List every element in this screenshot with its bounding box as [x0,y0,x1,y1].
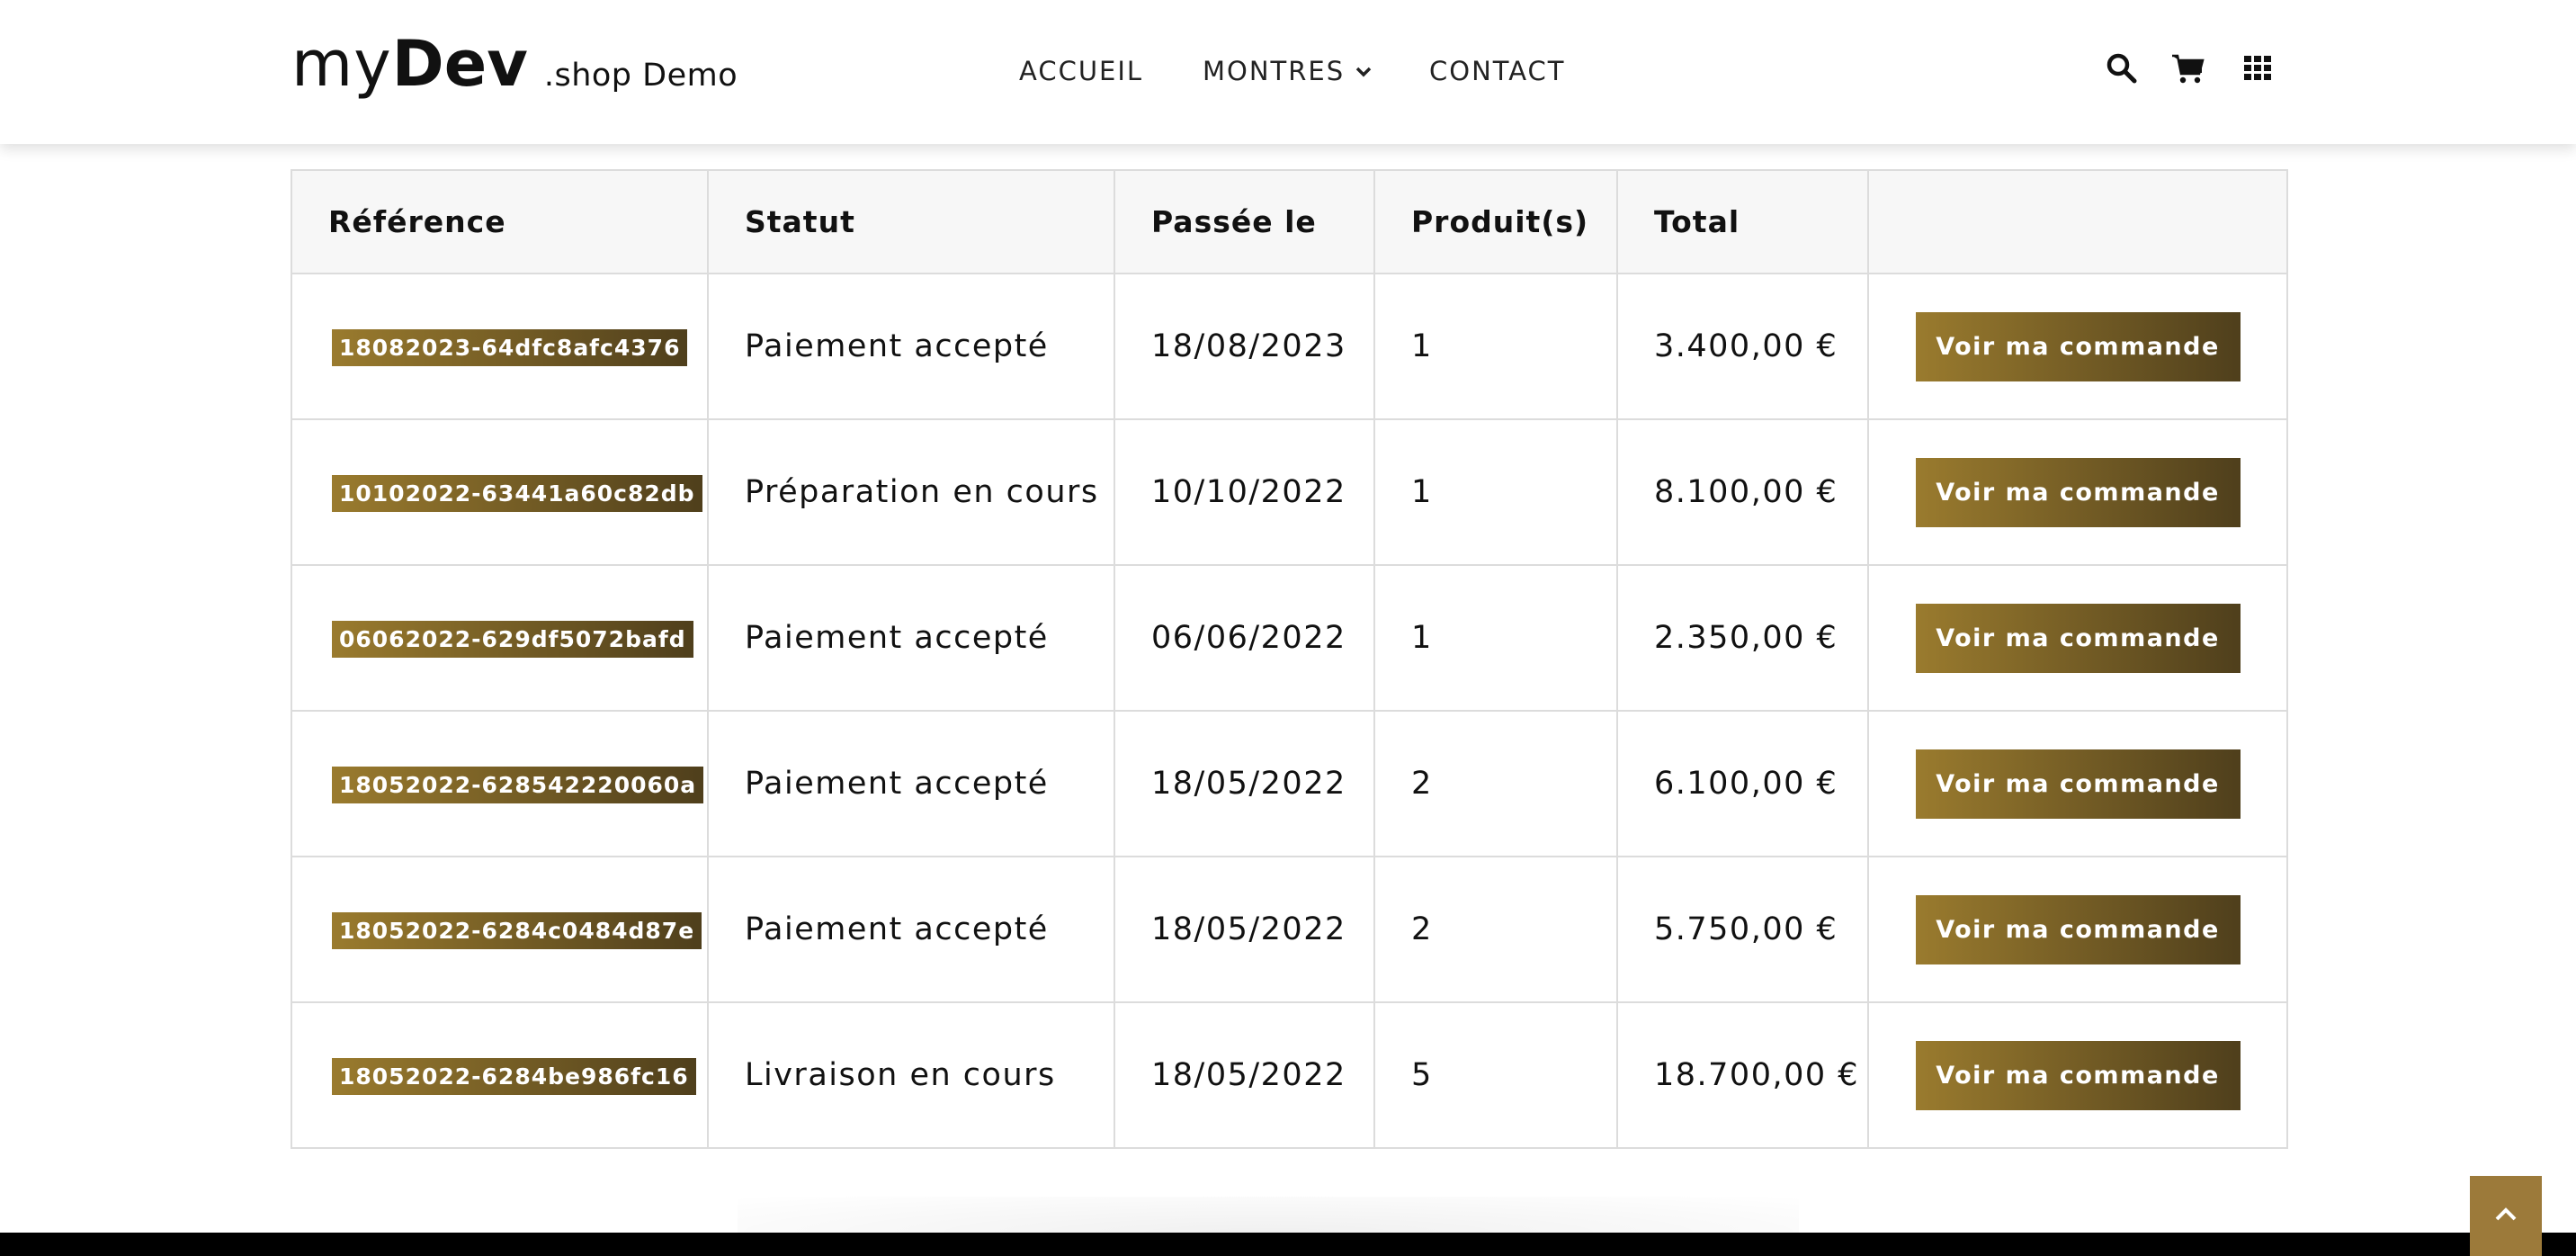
view-order-button[interactable]: Voir ma commande [1915,603,2241,673]
reference-cell: 18052022-628542220060a [291,710,709,857]
nav-watches[interactable]: MONTRES [1203,56,1372,86]
action-cell: Voir ma commande [1867,564,2288,712]
order-reference-badge: 18052022-628542220060a [332,766,704,803]
site-logo[interactable]: my Dev .shop Demo [291,27,738,101]
status-cell: Livraison en cours [707,1001,1115,1149]
action-cell: Voir ma commande [1867,856,2288,1003]
status-cell: Paiement accepté [707,856,1115,1003]
table-row: 10102022-63441a60c82db Préparation en co… [291,418,2288,566]
reference-cell: 18052022-6284be986fc16 [291,1001,709,1149]
cart-icon[interactable] [2171,52,2207,88]
logo-my: my [291,27,392,101]
view-order-button[interactable]: Voir ma commande [1915,457,2241,527]
reference-cell: 18082023-64dfc8afc4376 [291,273,709,420]
total-cell: 3.400,00 € [1616,273,1869,420]
view-order-button[interactable]: Voir ma commande [1915,749,2241,819]
total-cell: 2.350,00 € [1616,564,1869,712]
action-cell: Voir ma commande [1867,273,2288,420]
column-header-action [1867,169,2288,274]
order-reference-badge: 18052022-6284be986fc16 [332,1057,696,1095]
date-cell: 18/05/2022 [1114,856,1375,1003]
date-cell: 10/10/2022 [1114,418,1375,566]
logo-shop-demo: .shop Demo [543,58,738,94]
date-cell: 06/06/2022 [1114,564,1375,712]
table-row: 18052022-6284be986fc16 Livraison en cour… [291,1001,2288,1149]
column-header-reference: Référence [291,169,709,274]
view-order-button[interactable]: Voir ma commande [1915,1040,2241,1110]
orders-table-container: Référence Statut Passée le Produit(s) To… [291,169,2288,1149]
view-order-button[interactable]: Voir ma commande [1915,894,2241,964]
date-cell: 18/05/2022 [1114,710,1375,857]
date-cell: 18/05/2022 [1114,1001,1375,1149]
scroll-to-top-button[interactable] [2470,1176,2542,1256]
nav-watches-label: MONTRES [1203,56,1346,86]
products-cell: 1 [1373,418,1618,566]
order-reference-badge: 10102022-63441a60c82db [332,474,702,512]
action-cell: Voir ma commande [1867,1001,2288,1149]
products-cell: 2 [1373,710,1618,857]
total-cell: 6.100,00 € [1616,710,1869,857]
status-cell: Préparation en cours [707,418,1115,566]
products-cell: 1 [1373,564,1618,712]
grid-icon[interactable] [2242,52,2278,88]
order-reference-badge: 18082023-64dfc8afc4376 [332,328,688,366]
products-cell: 1 [1373,273,1618,420]
status-cell: Paiement accepté [707,710,1115,857]
footer-shadow [738,1197,1799,1233]
action-cell: Voir ma commande [1867,710,2288,857]
date-cell: 18/08/2023 [1114,273,1375,420]
column-header-products: Produit(s) [1373,169,1618,274]
view-order-button[interactable]: Voir ma commande [1915,311,2241,381]
order-reference-badge: 06062022-629df5072bafd [332,620,693,658]
status-cell: Paiement accepté [707,273,1115,420]
site-header: my Dev .shop Demo ACCUEIL MONTRES CONTAC… [0,0,2576,144]
column-header-total: Total [1616,169,1869,274]
orders-table: Référence Statut Passée le Produit(s) To… [291,169,2288,1149]
products-cell: 5 [1373,1001,1618,1149]
total-cell: 8.100,00 € [1616,418,1869,566]
nav-contact[interactable]: CONTACT [1429,56,1566,86]
total-cell: 18.700,00 € [1616,1001,1869,1149]
site-footer [0,1233,2576,1256]
table-row: 18052022-6284c0484d87e Paiement accepté … [291,856,2288,1003]
reference-cell: 18052022-6284c0484d87e [291,856,709,1003]
table-header-row: Référence Statut Passée le Produit(s) To… [291,169,2288,274]
reference-cell: 10102022-63441a60c82db [291,418,709,566]
reference-cell: 06062022-629df5072bafd [291,564,709,712]
chevron-up-icon [2494,1207,2518,1226]
table-row: 06062022-629df5072bafd Paiement accepté … [291,564,2288,712]
total-cell: 5.750,00 € [1616,856,1869,1003]
search-icon[interactable] [2106,52,2142,88]
table-row: 18082023-64dfc8afc4376 Paiement accepté … [291,273,2288,420]
logo-dev: Dev [391,27,528,101]
action-cell: Voir ma commande [1867,418,2288,566]
order-reference-badge: 18052022-6284c0484d87e [332,911,702,949]
nav-home[interactable]: ACCUEIL [1019,56,1143,86]
status-cell: Paiement accepté [707,564,1115,712]
products-cell: 2 [1373,856,1618,1003]
column-header-date: Passée le [1114,169,1375,274]
table-row: 18052022-628542220060a Paiement accepté … [291,710,2288,857]
chevron-down-icon [1355,60,1372,82]
column-header-status: Statut [707,169,1115,274]
